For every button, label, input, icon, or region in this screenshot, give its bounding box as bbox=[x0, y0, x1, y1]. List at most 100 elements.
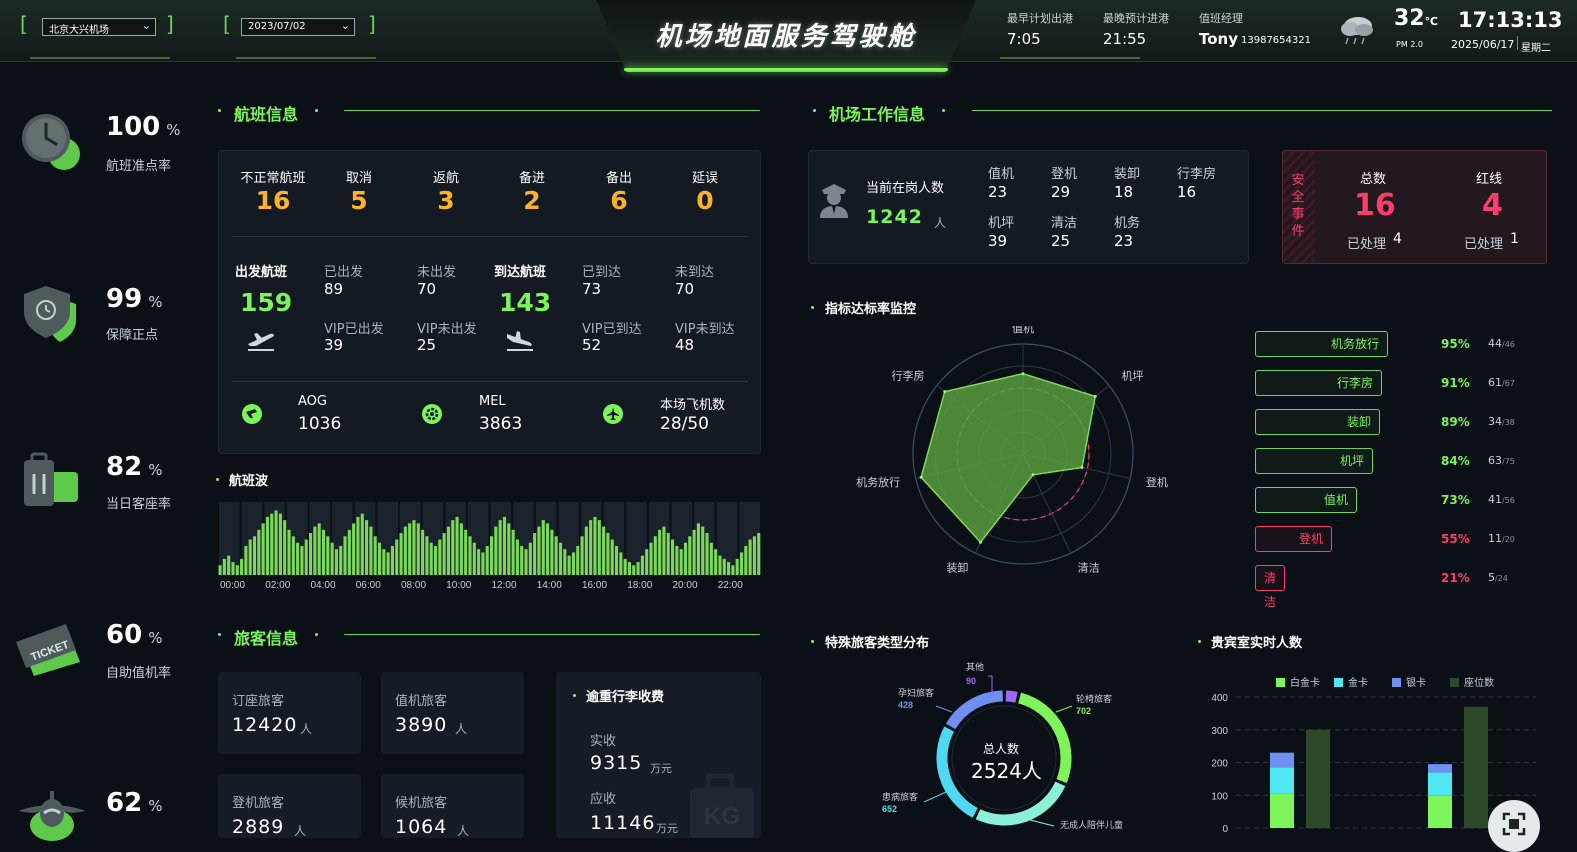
metric-percent: 21% bbox=[1441, 571, 1470, 585]
metric-done: 5 bbox=[1488, 571, 1495, 584]
aircraft-count-label: 本场飞机数 bbox=[660, 398, 726, 413]
wave-bar bbox=[377, 542, 382, 575]
wave-bar bbox=[395, 539, 399, 575]
wave-bar bbox=[403, 526, 407, 575]
metric-bar: 清洁 bbox=[1255, 565, 1285, 609]
not-arrived-label: 未到达 bbox=[675, 265, 715, 280]
legend-swatch bbox=[1334, 678, 1343, 687]
wave-bar bbox=[283, 520, 287, 575]
wave-bar bbox=[563, 549, 567, 575]
post-label: 机坪 bbox=[988, 216, 1015, 231]
donut-segment-label: 患病旅客 bbox=[882, 791, 918, 802]
vip-departed-label: VIP已出发 bbox=[324, 322, 384, 337]
radar-axis-label: 清洁 bbox=[1078, 562, 1100, 575]
redline-handled-label: 已处理 bbox=[1464, 237, 1504, 252]
kg-label: KG bbox=[704, 803, 740, 830]
wave-bar bbox=[321, 529, 326, 575]
airport-select-value: 北京大兴机场 bbox=[49, 25, 109, 36]
money-unit: 万元 bbox=[650, 762, 672, 775]
section-dot bbox=[1198, 640, 1201, 643]
safety-total-value: 16 bbox=[1354, 188, 1396, 223]
unit-label: 人 bbox=[457, 824, 470, 838]
wave-bar bbox=[597, 520, 601, 575]
wave-bar bbox=[296, 542, 300, 575]
boarded-value: 2889 bbox=[232, 816, 285, 838]
wave-bar bbox=[330, 542, 334, 575]
arrived-value: 73 bbox=[582, 280, 602, 298]
kpi-unit: % bbox=[166, 121, 181, 139]
unit-label: 人 bbox=[455, 722, 468, 736]
wave-bar bbox=[739, 552, 744, 575]
metric-total: /38 bbox=[1502, 418, 1515, 427]
metric-percent: 55% bbox=[1441, 532, 1470, 546]
metric-done: 41 bbox=[1488, 493, 1502, 506]
y-tick-label: 100 bbox=[1211, 791, 1228, 802]
kpi-fifth-value: 62% bbox=[106, 788, 162, 818]
chevron-down-icon: ⌄ bbox=[340, 19, 350, 32]
wave-bar bbox=[218, 565, 222, 575]
kpi-number: 60 bbox=[106, 620, 143, 650]
wave-bar bbox=[442, 533, 446, 575]
vip-stacked-bar-segment bbox=[1270, 752, 1294, 768]
redline-handled-value: 1 bbox=[1510, 231, 1519, 247]
wave-bar bbox=[533, 533, 537, 575]
safety-handled-value: 4 bbox=[1393, 231, 1402, 247]
wave-bar bbox=[313, 526, 317, 575]
wave-tick-label: 14:00 bbox=[537, 580, 562, 591]
wave-bar bbox=[567, 555, 571, 575]
legend-label: 银卡 bbox=[1406, 676, 1426, 689]
wave-bar bbox=[524, 549, 528, 575]
kpi-self-checkin-value: 60% bbox=[106, 620, 162, 650]
vip-stacked-bar-segment bbox=[1270, 767, 1294, 794]
wave-bar bbox=[627, 562, 632, 575]
wave-bar bbox=[558, 542, 563, 575]
kpi-load-factor-label: 当日客座率 bbox=[106, 497, 172, 512]
wave-bar bbox=[240, 558, 244, 575]
departed-label: 已出发 bbox=[324, 265, 364, 280]
post-label: 行李房 bbox=[1177, 167, 1217, 182]
section-dot bbox=[573, 694, 576, 697]
chevron-down-icon: ⌄ bbox=[141, 19, 151, 32]
metric-bar: 登机 bbox=[1255, 526, 1332, 552]
wave-bar bbox=[502, 516, 507, 575]
luggage-icon bbox=[24, 452, 78, 506]
header-underline bbox=[236, 57, 376, 59]
latest-arrival-value: 21:55 bbox=[1103, 30, 1147, 48]
radar-axis-label: 机务放行 bbox=[856, 475, 900, 489]
wave-bar bbox=[757, 533, 761, 575]
donut-leader-line bbox=[1029, 819, 1055, 827]
kpi-unit: % bbox=[148, 461, 163, 479]
vip-stacked-bar-segment bbox=[1270, 793, 1294, 828]
fullscreen-button[interactable] bbox=[1488, 800, 1540, 852]
flight-stat-value: 6 bbox=[610, 186, 628, 215]
wave-bar bbox=[352, 523, 356, 575]
actual-value: 9315 bbox=[590, 752, 643, 774]
wave-bar bbox=[722, 558, 726, 575]
checked-passengers-card: 值机旅客 3890 人 bbox=[381, 672, 524, 754]
section-dot bbox=[942, 109, 945, 112]
wave-bar bbox=[550, 529, 554, 575]
metric-bar: 机坪 bbox=[1255, 448, 1373, 474]
metric-percent: 95% bbox=[1441, 337, 1470, 351]
wave-bar bbox=[291, 536, 295, 575]
temperature-value: 32℃ bbox=[1394, 6, 1438, 31]
vip-stacked-bar-segment bbox=[1428, 772, 1452, 796]
date-select[interactable]: 2023/07/02 ⌄ bbox=[241, 18, 355, 36]
post-label: 装卸 bbox=[1114, 167, 1141, 182]
wave-bar bbox=[614, 545, 619, 575]
bracket-left-decoration: [ bbox=[20, 12, 28, 36]
wave-bar bbox=[438, 539, 442, 575]
section-dot bbox=[216, 478, 219, 481]
safety-handled-label: 已处理 bbox=[1347, 237, 1387, 252]
flight-info-title: 航班信息 bbox=[234, 105, 299, 124]
due-label: 应收 bbox=[590, 792, 617, 807]
radar-axis-label: 登机 bbox=[1146, 475, 1168, 489]
wave-bar bbox=[365, 520, 369, 575]
wave-bar bbox=[369, 526, 373, 575]
plane-icon bbox=[18, 791, 86, 841]
wave-bar bbox=[636, 562, 640, 575]
bracket-right-decoration: ] bbox=[166, 12, 174, 36]
wave-bar bbox=[451, 520, 455, 575]
airport-select[interactable]: 北京大兴机场 ⌄ bbox=[42, 18, 156, 36]
wave-bar bbox=[248, 539, 252, 575]
